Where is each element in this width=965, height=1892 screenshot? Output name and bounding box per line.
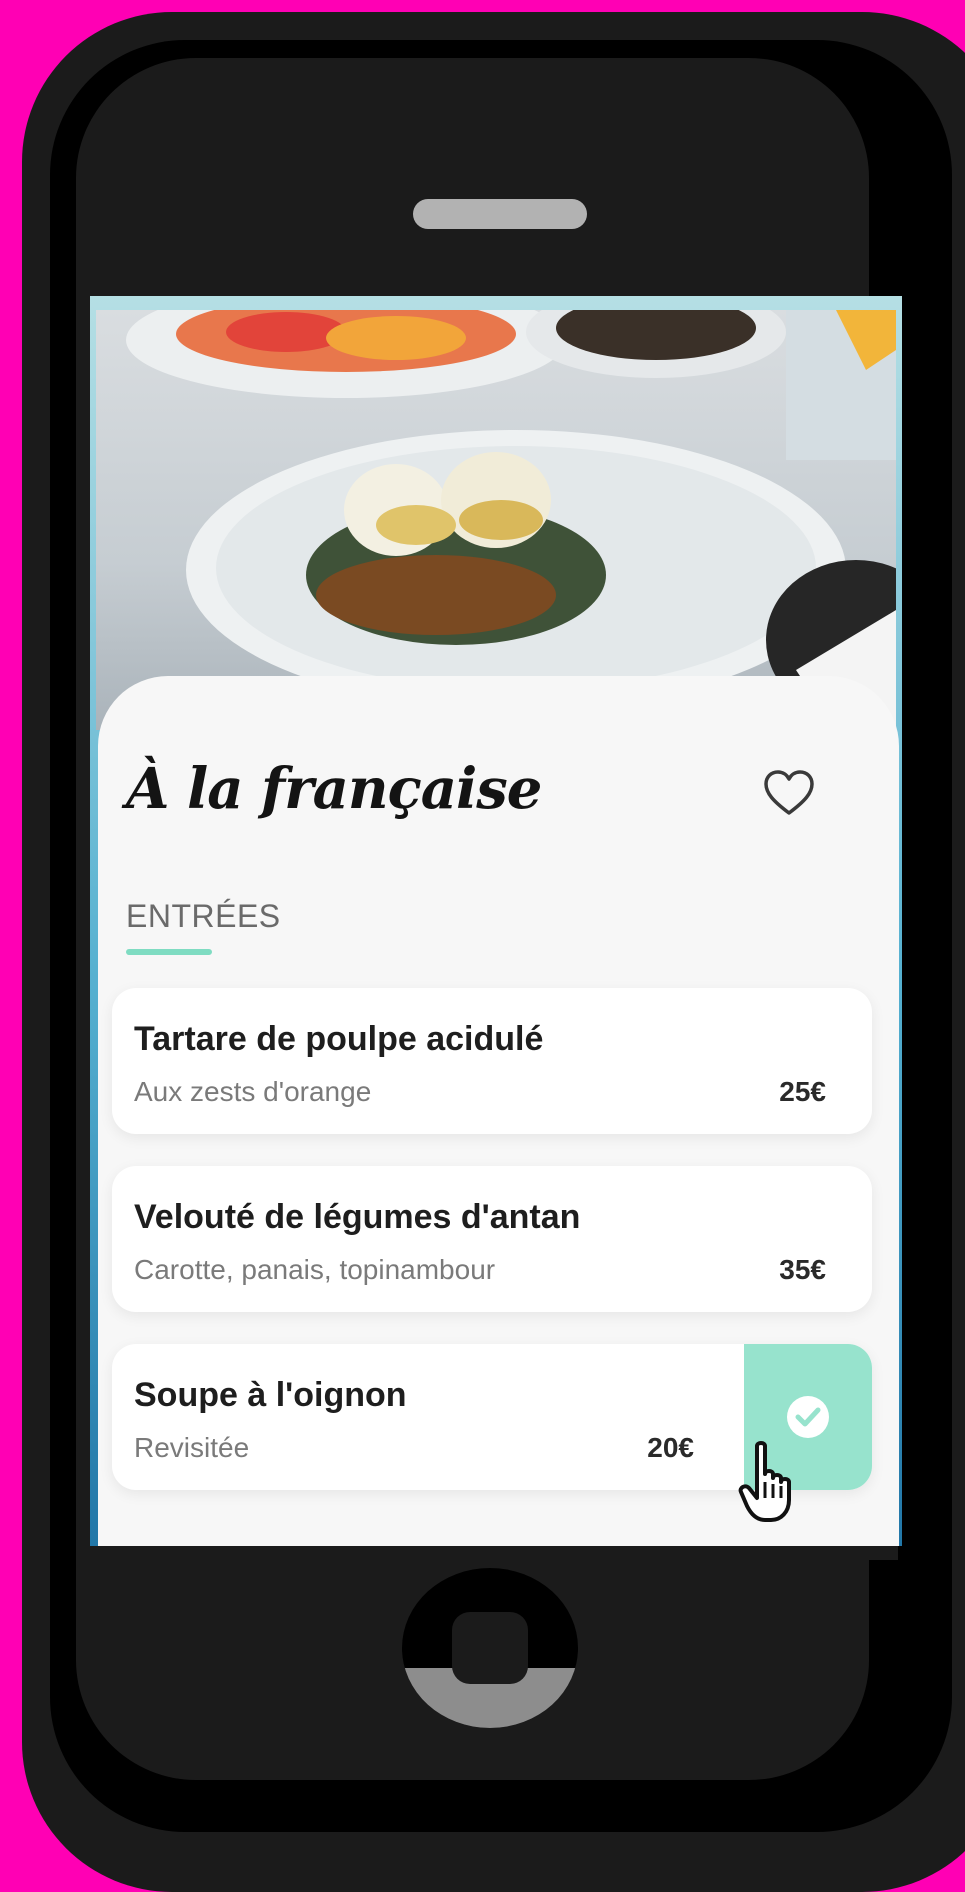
section-active-underline: [126, 949, 212, 955]
restaurant-title: À la française: [126, 756, 542, 822]
menu-item-price: 25€: [779, 1076, 826, 1107]
app-screen: À la française ENTRÉES Tartare de poulpe…: [90, 296, 902, 1546]
menu-sheet: À la française ENTRÉES Tartare de poulpe…: [98, 676, 899, 1546]
menu-item-name: Soupe à l'oignon: [134, 1376, 407, 1414]
phone-bottom-bezel: [96, 1546, 898, 1560]
menu-item-card[interactable]: Tartare de poulpe acidulé Aux zests d'or…: [112, 988, 872, 1134]
phone-speaker: [413, 199, 587, 229]
menu-item-name: Velouté de légumes d'antan: [134, 1198, 581, 1236]
menu-item-price: 35€: [779, 1254, 826, 1285]
hand-pointer-icon: [738, 1441, 791, 1522]
home-button[interactable]: [402, 1568, 578, 1728]
menu-item-card[interactable]: Velouté de légumes d'antan Carotte, pana…: [112, 1166, 872, 1312]
section-label-entrees[interactable]: ENTRÉES: [126, 898, 281, 935]
menu-item-price: 20€: [647, 1432, 694, 1463]
favorite-button[interactable]: [758, 762, 820, 824]
menu-item-description: Carotte, panais, topinambour: [134, 1254, 496, 1285]
menu-item-name: Tartare de poulpe acidulé: [134, 1020, 544, 1058]
heart-icon: [764, 770, 814, 815]
home-square-icon: [452, 1612, 528, 1684]
hero-food-photo: [96, 310, 896, 730]
check-circle-icon: [787, 1396, 829, 1438]
menu-item-description: Aux zests d'orange: [134, 1076, 372, 1107]
menu-item-description: Revisitée: [134, 1432, 250, 1463]
hero-food-illustration: [126, 310, 896, 730]
